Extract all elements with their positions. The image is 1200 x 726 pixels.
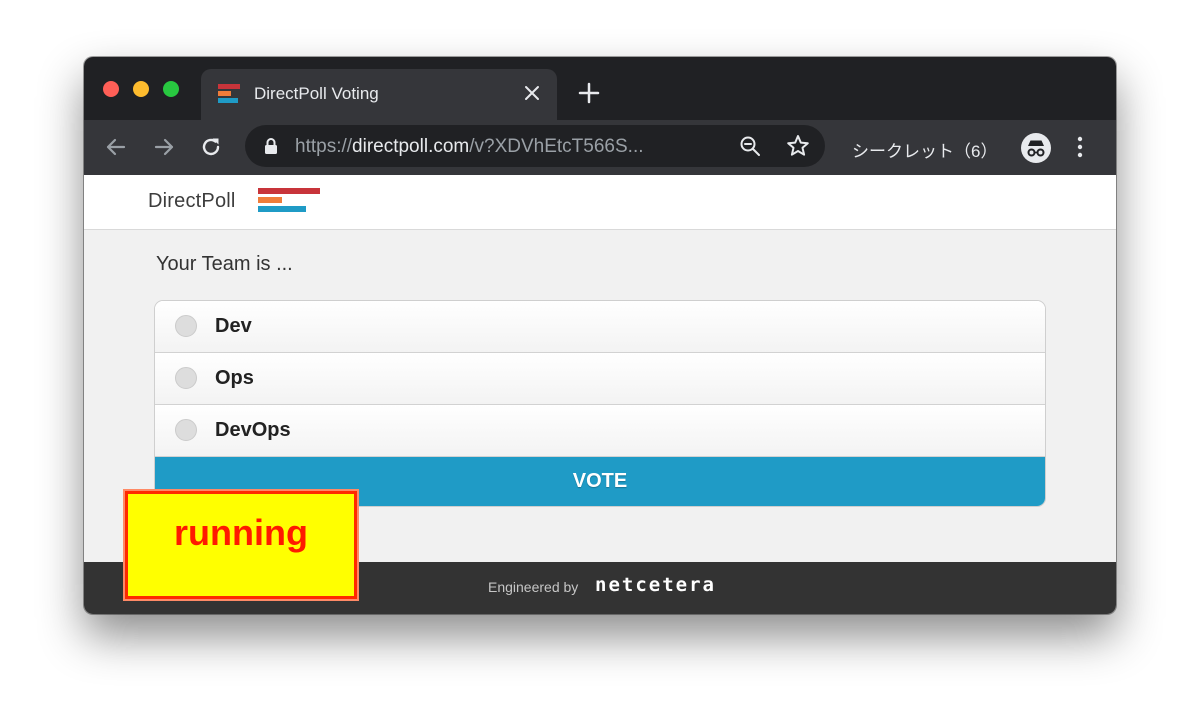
url-scheme: https:// [295, 136, 353, 157]
plus-icon[interactable] [577, 81, 601, 105]
url-text[interactable]: https://directpoll.com/v?XDVhEtcT566S... [295, 136, 644, 158]
tab-strip: DirectPoll Voting [84, 57, 1116, 120]
more-vert-icon[interactable] [1074, 135, 1086, 164]
bookmark-star-icon[interactable] [785, 133, 811, 164]
brand-name[interactable]: DirectPoll [148, 190, 236, 213]
radio-button-icon[interactable] [175, 419, 197, 441]
incognito-label[interactable]: シークレット（6） [852, 137, 997, 162]
poll-option-label: DevOps [215, 419, 291, 441]
directpoll-favicon-icon [218, 84, 240, 104]
running-label-text: running [174, 512, 308, 553]
radio-button-icon[interactable] [175, 367, 197, 389]
minimize-window-button[interactable] [133, 81, 149, 97]
footer-credit: Engineered by [488, 579, 579, 595]
arrow-right-icon[interactable] [151, 134, 177, 160]
radio-button-icon[interactable] [175, 315, 197, 337]
incognito-icon[interactable] [1020, 132, 1052, 169]
close-window-button[interactable] [103, 81, 119, 97]
poll-option-devops[interactable]: DevOps [155, 405, 1045, 457]
poll-option-label: Ops [215, 367, 254, 389]
site-header: DirectPoll [84, 175, 1116, 230]
url-path: /v?XDVhEtcT566S... [469, 136, 644, 157]
running-label: running [125, 491, 357, 599]
tab-title: DirectPoll Voting [254, 84, 379, 103]
browser-toolbar: https://directpoll.com/v?XDVhEtcT566S...… [84, 120, 1116, 175]
tab-close-icon[interactable] [521, 82, 543, 104]
poll-question: Your Team is ... [156, 253, 293, 275]
zoom-window-button[interactable] [163, 81, 179, 97]
tab-directpoll[interactable]: DirectPoll Voting [201, 69, 557, 120]
poll-option-dev[interactable]: Dev [155, 301, 1045, 353]
address-bar[interactable]: https://directpoll.com/v?XDVhEtcT566S... [245, 125, 825, 167]
poll-option-label: Dev [215, 315, 252, 337]
url-host: directpoll.com [352, 136, 470, 157]
poll-options: Dev Ops DevOps VOTE [154, 300, 1046, 507]
poll-option-ops[interactable]: Ops [155, 353, 1045, 405]
netcetera-logo[interactable]: netcetera [595, 574, 716, 596]
arrow-left-icon[interactable] [103, 134, 129, 160]
reload-icon[interactable] [198, 134, 224, 160]
zoom-out-icon[interactable] [738, 134, 762, 163]
directpoll-logo-icon[interactable] [258, 188, 320, 216]
lock-icon[interactable] [264, 137, 278, 160]
